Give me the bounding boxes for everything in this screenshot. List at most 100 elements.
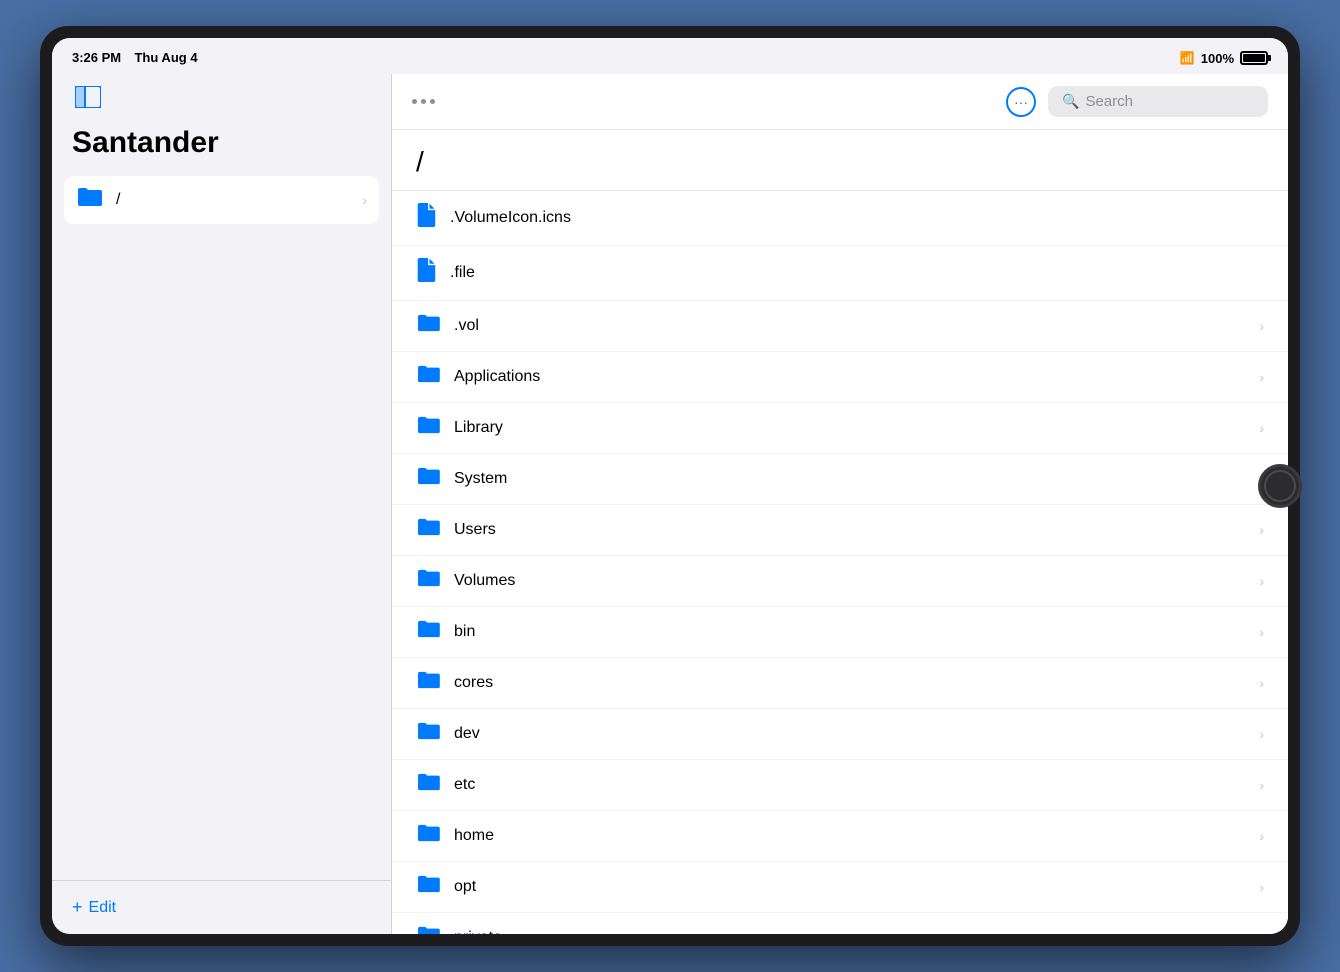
file-item[interactable]: .vol› [392, 301, 1288, 352]
file-item[interactable]: Volumes› [392, 556, 1288, 607]
main-content: ··· 🔍 Search / .VolumeIcon.icns .file [392, 74, 1288, 934]
file-list: .VolumeIcon.icns.file.vol›Applications›L… [392, 191, 1288, 934]
file-chevron-icon: › [1259, 930, 1264, 934]
sidebar-item-chevron: › [362, 192, 367, 208]
file-chevron-icon: › [1259, 624, 1264, 640]
sidebar-items: / › [52, 176, 391, 880]
status-date: Thu Aug 4 [134, 50, 197, 65]
sidebar-footer: + Edit [52, 880, 391, 934]
file-name: dev [454, 725, 1259, 743]
file-name: bin [454, 623, 1259, 641]
folder-icon [416, 670, 440, 696]
more-button[interactable]: ··· [1006, 87, 1036, 117]
ipad-frame: 3:26 PM Thu Aug 4 📶 100% [40, 26, 1300, 946]
app-container: Santander / › + E [52, 74, 1288, 934]
folder-icon [416, 721, 440, 747]
sidebar: Santander / › + E [52, 74, 392, 934]
file-item[interactable]: Users› [392, 505, 1288, 556]
file-item[interactable]: System› [392, 454, 1288, 505]
folder-icon [416, 466, 440, 492]
file-chevron-icon: › [1259, 726, 1264, 742]
file-chevron-icon: › [1259, 777, 1264, 793]
folder-icon [416, 568, 440, 594]
folder-icon [416, 772, 440, 798]
folder-icon [416, 415, 440, 441]
sidebar-header [52, 74, 391, 122]
file-item[interactable]: private› [392, 913, 1288, 934]
file-icon [416, 203, 436, 233]
file-item[interactable]: etc› [392, 760, 1288, 811]
battery-percent: 100% [1201, 51, 1234, 66]
sidebar-title: Santander [52, 122, 391, 176]
file-name: private [454, 929, 1259, 934]
toolbar-right: ··· 🔍 Search [1006, 86, 1268, 117]
ipad-screen: 3:26 PM Thu Aug 4 📶 100% [52, 38, 1288, 934]
file-item[interactable]: .VolumeIcon.icns [392, 191, 1288, 246]
sidebar-item-root-label: / [116, 191, 362, 209]
file-name: opt [454, 878, 1259, 896]
folder-icon [76, 186, 102, 214]
file-name: cores [454, 674, 1259, 692]
home-button[interactable] [1258, 464, 1302, 508]
battery-fill [1243, 54, 1265, 62]
sidebar-toggle-icon [75, 86, 101, 114]
edit-button[interactable]: + Edit [72, 897, 116, 918]
folder-icon [416, 619, 440, 645]
path-title: / [416, 146, 424, 177]
file-name: Volumes [454, 572, 1259, 590]
folder-icon [416, 874, 440, 900]
more-icon: ··· [1014, 94, 1028, 110]
file-item[interactable]: opt› [392, 862, 1288, 913]
file-name: home [454, 827, 1259, 845]
file-name: .VolumeIcon.icns [450, 209, 1264, 227]
status-left: 3:26 PM Thu Aug 4 [72, 49, 198, 67]
main-toolbar: ··· 🔍 Search [392, 74, 1288, 130]
search-bar[interactable]: 🔍 Search [1048, 86, 1268, 117]
file-chevron-icon: › [1259, 420, 1264, 436]
wifi-icon: 📶 [1180, 51, 1195, 65]
toolbar-dots [412, 99, 435, 104]
status-right: 📶 100% [1180, 51, 1268, 66]
toolbar-dot-3 [430, 99, 435, 104]
file-chevron-icon: › [1259, 522, 1264, 538]
folder-icon [416, 364, 440, 390]
file-chevron-icon: › [1259, 675, 1264, 691]
folder-icon [416, 823, 440, 849]
file-name: Users [454, 521, 1259, 539]
file-item[interactable]: cores› [392, 658, 1288, 709]
file-item[interactable]: bin› [392, 607, 1288, 658]
search-placeholder: Search [1085, 93, 1133, 110]
file-name: .file [450, 264, 1264, 282]
file-chevron-icon: › [1259, 828, 1264, 844]
add-icon: + [72, 897, 83, 918]
file-name: Library [454, 419, 1259, 437]
search-icon: 🔍 [1062, 93, 1079, 110]
folder-icon [416, 517, 440, 543]
file-item[interactable]: home› [392, 811, 1288, 862]
status-time: 3:26 PM [72, 50, 121, 65]
sidebar-toggle-button[interactable] [72, 86, 104, 114]
file-item[interactable]: .file [392, 246, 1288, 301]
toolbar-dot-2 [421, 99, 426, 104]
file-item[interactable]: dev› [392, 709, 1288, 760]
toolbar-dot-1 [412, 99, 417, 104]
file-chevron-icon: › [1259, 879, 1264, 895]
file-icon [416, 258, 436, 288]
file-name: Applications [454, 368, 1259, 386]
file-name: System [454, 470, 1259, 488]
file-name: .vol [454, 317, 1259, 335]
file-chevron-icon: › [1259, 318, 1264, 334]
folder-icon [416, 925, 440, 934]
home-button-inner [1264, 470, 1296, 502]
sidebar-item-root[interactable]: / › [64, 176, 379, 224]
folder-icon [416, 313, 440, 339]
battery-icon [1240, 51, 1268, 65]
file-chevron-icon: › [1259, 369, 1264, 385]
status-bar: 3:26 PM Thu Aug 4 📶 100% [52, 38, 1288, 74]
file-name: etc [454, 776, 1259, 794]
file-chevron-icon: › [1259, 573, 1264, 589]
file-item[interactable]: Library› [392, 403, 1288, 454]
path-header: / [392, 130, 1288, 191]
file-item[interactable]: Applications› [392, 352, 1288, 403]
edit-label: Edit [89, 899, 117, 917]
